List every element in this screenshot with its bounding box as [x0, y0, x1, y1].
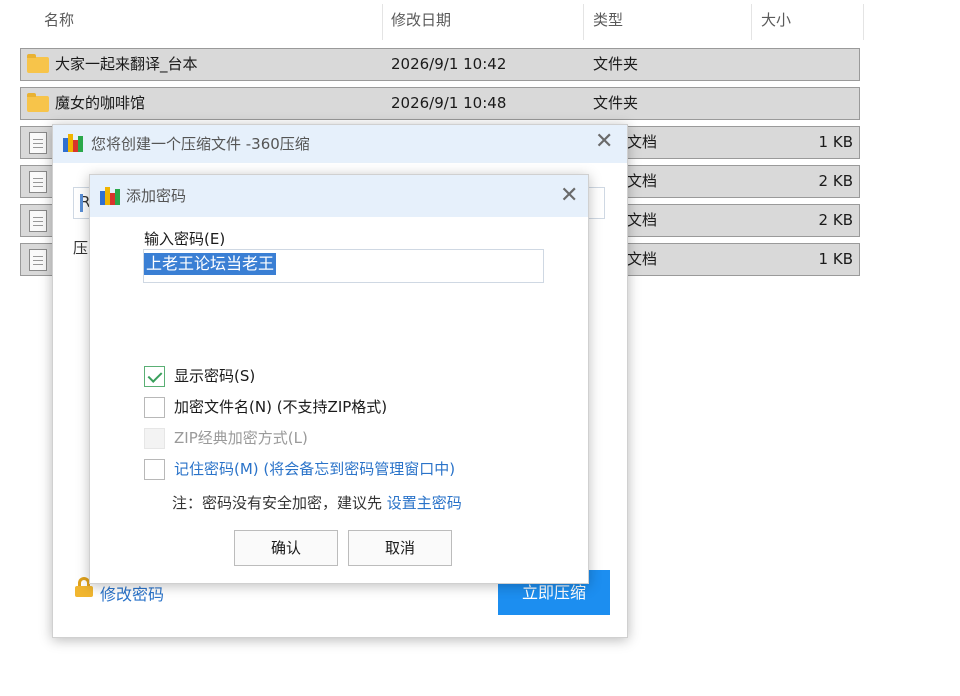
column-header: ^ 名称 修改日期 类型 大小	[0, 0, 870, 40]
file-size: 1 KB	[818, 133, 853, 151]
cancel-button[interactable]: 取消	[348, 530, 452, 566]
file-type: 文件夹	[593, 94, 639, 112]
file-row[interactable]: 魔女的咖啡馆 2026/9/1 10:48 文件夹	[20, 87, 860, 120]
show-password-checkbox[interactable]	[144, 366, 165, 387]
file-type: 文档	[627, 133, 658, 151]
set-master-password-link[interactable]: 设置主密码	[387, 494, 462, 512]
column-divider	[751, 4, 752, 40]
show-password-label: 显示密码(S)	[174, 367, 256, 385]
file-modified: 2026/9/1 10:48	[391, 94, 507, 112]
file-icon	[29, 132, 47, 154]
file-modified: 2026/9/1 10:42	[391, 55, 507, 73]
encrypt-filenames-checkbox[interactable]	[144, 397, 165, 418]
remember-password-label: 记住密码(M) (将会备忘到密码管理窗口中)	[174, 460, 456, 478]
file-icon	[29, 171, 47, 193]
file-name: 大家一起来翻译_台本	[55, 55, 198, 73]
column-divider	[382, 4, 383, 40]
ok-button[interactable]: 确认	[234, 530, 338, 566]
file-icon	[29, 249, 47, 271]
column-type[interactable]: 类型	[593, 0, 623, 40]
folder-icon	[27, 54, 49, 73]
file-row[interactable]: 大家一起来翻译_台本 2026/9/1 10:42 文件夹	[20, 48, 860, 81]
zip-classic-encryption-checkbox	[144, 428, 165, 449]
file-type: 文件夹	[593, 55, 639, 73]
file-size: 2 KB	[818, 211, 853, 229]
file-size: 1 KB	[818, 250, 853, 268]
file-size: 2 KB	[818, 172, 853, 190]
modify-password-link[interactable]: 修改密码	[100, 581, 164, 605]
column-divider	[863, 4, 864, 40]
column-modified[interactable]: 修改日期	[391, 0, 451, 40]
compress-option-label: 压	[73, 239, 89, 257]
compress-window-title: 您将创建一个压缩文件 -360压缩	[91, 135, 310, 153]
password-input[interactable]: 上老王论坛当老王	[143, 249, 544, 283]
add-password-titlebar[interactable]: 添加密码 ✕	[90, 175, 588, 217]
folder-icon	[27, 93, 49, 112]
file-icon	[29, 210, 47, 232]
app-360-compress-icon	[100, 187, 120, 205]
password-value-selected: 上老王论坛当老王	[144, 253, 277, 275]
close-icon[interactable]: ✕	[560, 185, 578, 207]
column-name[interactable]: 名称	[44, 0, 74, 40]
browse-button-edge[interactable]	[80, 194, 83, 212]
app-360-compress-icon	[63, 134, 83, 152]
column-size[interactable]: 大小	[761, 0, 791, 40]
compress-window-titlebar[interactable]: 您将创建一个压缩文件 -360压缩 ✕	[53, 125, 627, 163]
sort-arrow-icon: ^	[201, 0, 211, 6]
password-label: 输入密码(E)	[144, 230, 226, 248]
file-type: 文档	[627, 250, 658, 268]
file-type: 文档	[627, 211, 658, 229]
security-note-text: 注：密码没有安全加密，建议先	[172, 494, 387, 512]
encrypt-filenames-label: 加密文件名(N) (不支持ZIP格式)	[174, 398, 388, 416]
security-note: 注：密码没有安全加密，建议先 设置主密码	[172, 492, 462, 513]
file-type: 文档	[627, 172, 658, 190]
file-name: 魔女的咖啡馆	[55, 94, 146, 112]
add-password-dialog: 添加密码 ✕ 输入密码(E) 上老王论坛当老王 显示密码(S) 加密文件名(N)…	[89, 174, 589, 584]
remember-password-checkbox[interactable]	[144, 459, 165, 480]
column-divider	[583, 4, 584, 40]
dialog-title: 添加密码	[126, 187, 187, 205]
close-icon[interactable]: ✕	[595, 131, 613, 153]
zip-classic-encryption-label: ZIP经典加密方式(L)	[174, 429, 308, 447]
